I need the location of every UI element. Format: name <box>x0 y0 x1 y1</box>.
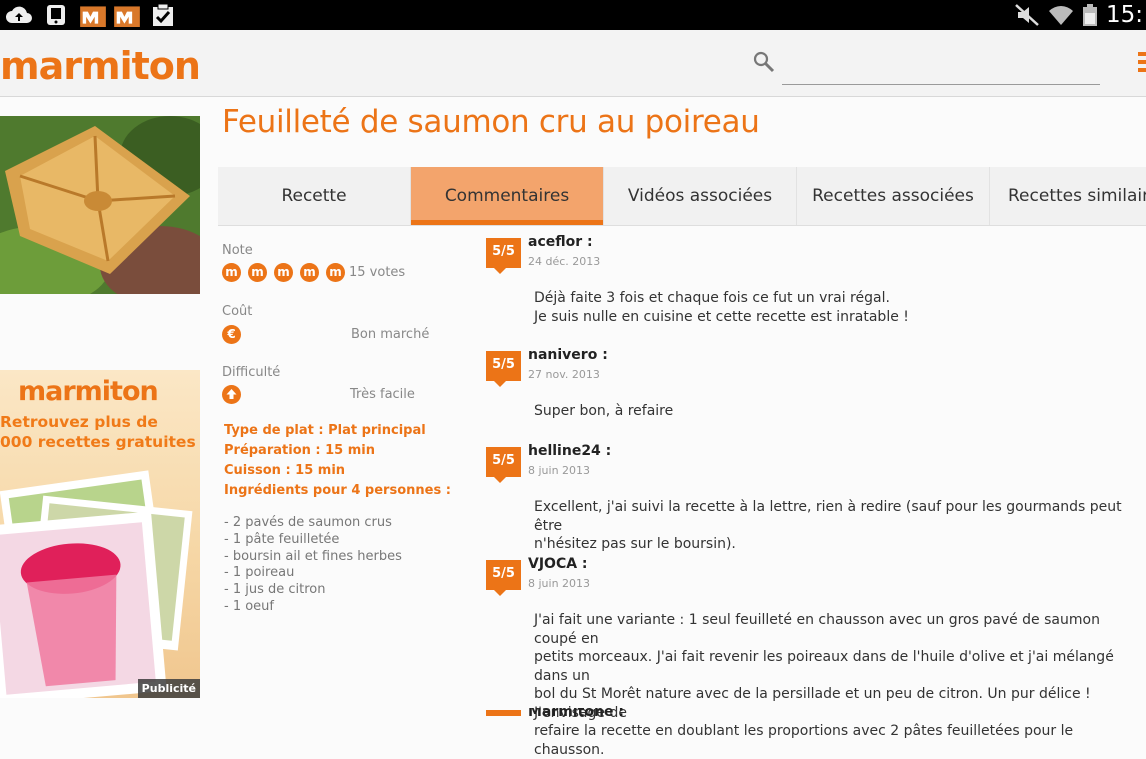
ingredient-item: - 1 oeuf <box>224 598 274 614</box>
cost-value: Bon marché <box>351 327 430 342</box>
difficulty-value: Très facile <box>350 387 415 402</box>
overflow-menu-icon[interactable] <box>1138 52 1146 78</box>
comment-author[interactable]: helline24 : <box>528 443 611 459</box>
rating-m-icon: m <box>248 263 267 282</box>
tab-recettes-associees[interactable]: Recettes associées <box>797 167 990 225</box>
comment-date: 8 juin 2013 <box>528 464 591 477</box>
clipboard-check-icon <box>153 3 173 26</box>
tab-recettes-similaires[interactable]: Recettes similaires <box>990 167 1146 225</box>
ad-label: Publicité <box>137 679 200 698</box>
comment-rating-badge: 5/5 <box>486 447 521 483</box>
comment-text: Déjà faite 3 fois et chaque fois ce fut … <box>534 290 909 325</box>
ingredients-list: - 2 pavés de saumon crus - 1 pâte feuill… <box>224 515 402 616</box>
wifi-icon <box>1049 6 1073 25</box>
comment-date: 27 nov. 2013 <box>528 368 600 381</box>
tab-recette[interactable]: Recette <box>218 167 411 225</box>
recipe-title: Feuilleté de saumon cru au poireau <box>222 104 760 140</box>
comment-text: Excellent, j'ai suivi la recette à la le… <box>534 499 1122 552</box>
rating-m-icon: m <box>222 263 241 282</box>
euro-icon: € <box>222 325 241 344</box>
dish-type: Type de plat : Plat principal <box>224 423 426 438</box>
votes-count: 15 votes <box>349 265 406 280</box>
comment-author[interactable]: aceflor : <box>528 234 593 250</box>
note-label: Note <box>222 243 253 258</box>
app-header: marmiton <box>0 30 1146 97</box>
clock: 15: <box>1106 2 1144 28</box>
rating-m-icon: m <box>326 263 345 282</box>
difficulty-label: Difficulté <box>222 365 281 380</box>
comment-text: J'ai fait une variante : 1 seul feuillet… <box>534 612 1114 758</box>
ad-photo-collage <box>0 470 193 698</box>
comment-rating-badge: 5/5 <box>486 560 521 596</box>
comment-rating-badge: 5/5 <box>486 238 521 274</box>
ingredients-heading: Ingrédients pour 4 personnes : <box>224 483 451 498</box>
cost-label: Coût <box>222 304 253 319</box>
phone-icon <box>47 5 65 25</box>
ad-logo: marmiton <box>18 376 159 407</box>
comment-rating-badge <box>486 710 521 716</box>
comment-item: Marmitone : <box>486 708 1146 716</box>
recipe-details: Type de plat : Plat principal Préparatio… <box>224 421 451 501</box>
battery-icon <box>1083 4 1097 26</box>
comment-date: 8 juin 2013 <box>528 577 591 590</box>
upload-icon <box>6 6 32 23</box>
ingredient-item: - 1 pâte feuilletée <box>224 531 340 547</box>
tab-videos-associees[interactable]: Vidéos associées <box>604 167 797 225</box>
cook-time: Cuisson : 15 min <box>224 463 346 478</box>
marmiton-app-icon <box>80 6 106 27</box>
ad-text: Retrouvez plus de 000 recettes gratuites… <box>0 413 196 451</box>
status-bar: 15: <box>0 0 1146 30</box>
ingredient-item: - 1 poireau <box>224 565 295 581</box>
comment-author[interactable]: Marmitone : <box>528 708 624 716</box>
recipe-photo <box>0 116 200 294</box>
difficulty-icon <box>222 385 241 404</box>
rating-m-icon: m <box>274 263 293 282</box>
ingredient-item: - 2 pavés de saumon crus <box>224 515 392 530</box>
comment-date: 24 déc. 2013 <box>528 255 601 268</box>
rating-m-icon: m <box>300 263 319 282</box>
marmiton-app-icon <box>114 6 140 27</box>
recipe-tabs: Recette Commentaires Vidéos associées Re… <box>218 167 1146 226</box>
ingredient-item: - 1 jus de citron <box>224 582 326 598</box>
ingredient-item: - boursin ail et fines herbes <box>224 548 402 564</box>
prep-time: Préparation : 15 min <box>224 443 375 458</box>
marmiton-logo[interactable]: marmiton <box>0 44 201 88</box>
comment-text: Super bon, à refaire <box>534 403 674 419</box>
comment-author[interactable]: VJOCA : <box>528 556 588 572</box>
comment-rating-badge: 5/5 <box>486 351 521 387</box>
pastry-parcel-image <box>0 116 200 294</box>
comment-author[interactable]: nanivero : <box>528 347 608 363</box>
mute-icon <box>1015 4 1039 26</box>
search-input[interactable] <box>782 52 1100 85</box>
search-icon[interactable] <box>752 50 776 74</box>
ad-banner[interactable]: marmiton Retrouvez plus de 000 recettes … <box>0 370 200 698</box>
tab-commentaires[interactable]: Commentaires <box>411 167 604 225</box>
